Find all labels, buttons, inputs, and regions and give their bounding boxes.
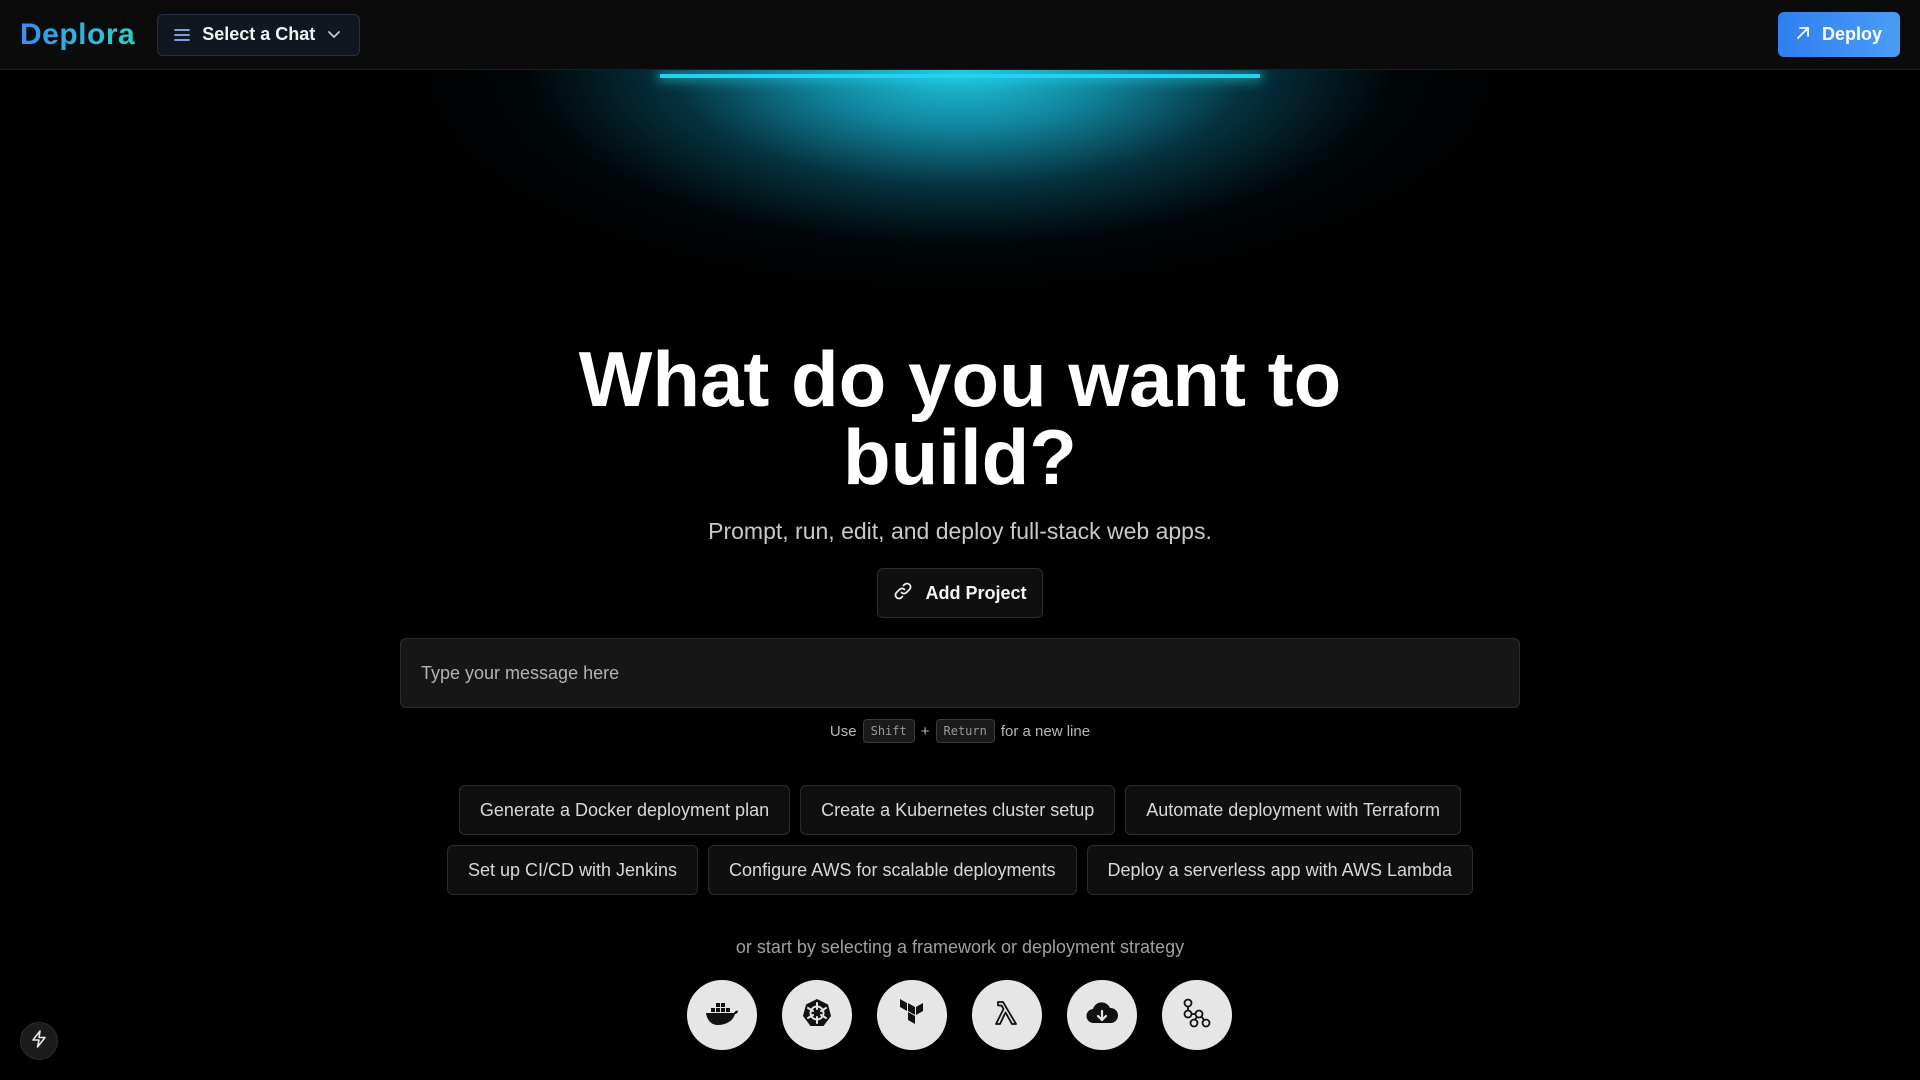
suggestion-kubernetes[interactable]: Create a Kubernetes cluster setup <box>800 785 1116 835</box>
docker-button[interactable] <box>687 980 757 1050</box>
suggestion-jenkins[interactable]: Set up CI/CD with Jenkins <box>446 845 699 895</box>
link-icon <box>893 581 913 606</box>
kubernetes-button[interactable] <box>782 980 852 1050</box>
suggestion-lambda[interactable]: Deploy a serverless app with AWS Lambda <box>1086 845 1474 895</box>
pipeline-button[interactable] <box>1162 980 1232 1050</box>
message-box <box>400 638 1520 708</box>
message-input[interactable] <box>401 639 1519 707</box>
bolt-icon <box>31 1029 47 1053</box>
app-logo[interactable]: Deplora <box>20 18 135 52</box>
hint-plus: + <box>920 722 930 740</box>
suggestion-terraform[interactable]: Automate deployment with Terraform <box>1125 785 1462 835</box>
suggestion-row-2: Set up CI/CD with Jenkins Configure AWS … <box>446 845 1474 895</box>
lambda-button[interactable] <box>972 980 1042 1050</box>
suggestion-row-1: Generate a Docker deployment plan Create… <box>458 785 1462 835</box>
shift-key: Shift <box>862 719 915 743</box>
chat-select-label: Select a Chat <box>202 24 316 44</box>
lambda-icon <box>992 998 1022 1033</box>
terraform-button[interactable] <box>877 980 947 1050</box>
newline-hint: Use Shift + Return for a new line <box>760 719 1160 743</box>
suggestion-chips: Generate a Docker deployment plan Create… <box>360 785 1560 895</box>
page-title: What do you want to build? <box>578 335 1342 501</box>
chat-select-dropdown[interactable]: Select a Chat <box>157 13 361 56</box>
framework-buttons <box>687 980 1232 1050</box>
menu-icon <box>174 28 191 42</box>
hint-suffix: for a new line <box>1000 722 1091 740</box>
deploy-button[interactable]: Deploy <box>1777 12 1900 57</box>
suggestion-docker[interactable]: Generate a Docker deployment plan <box>458 785 791 835</box>
terraform-icon <box>897 998 927 1033</box>
arrow-up-right-icon <box>1796 24 1810 45</box>
cloud-button[interactable] <box>1067 980 1137 1050</box>
add-project-button[interactable]: Add Project <box>877 568 1043 618</box>
app-page: Deplora Select a Chat Deploy What do you… <box>0 0 1920 1080</box>
docker-icon <box>705 1000 739 1031</box>
kubernetes-icon <box>801 997 833 1034</box>
hint-use: Use <box>829 722 857 740</box>
return-key: Return <box>935 719 995 743</box>
suggestion-aws[interactable]: Configure AWS for scalable deployments <box>708 845 1077 895</box>
top-header: Deplora Select a Chat Deploy <box>0 0 1920 70</box>
page-subtitle: Prompt, run, edit, and deploy full-stack… <box>708 518 1212 544</box>
pipeline-icon <box>1181 997 1213 1034</box>
deploy-label: Deploy <box>1821 24 1882 44</box>
add-project-label: Add Project <box>925 582 1027 603</box>
spotlight-bar <box>660 74 1260 78</box>
cloud-icon <box>1085 1000 1119 1031</box>
bolt-button[interactable] <box>20 1022 58 1060</box>
framework-caption: or start by selecting a framework or dep… <box>735 937 1185 957</box>
chevron-down-icon <box>327 30 341 40</box>
